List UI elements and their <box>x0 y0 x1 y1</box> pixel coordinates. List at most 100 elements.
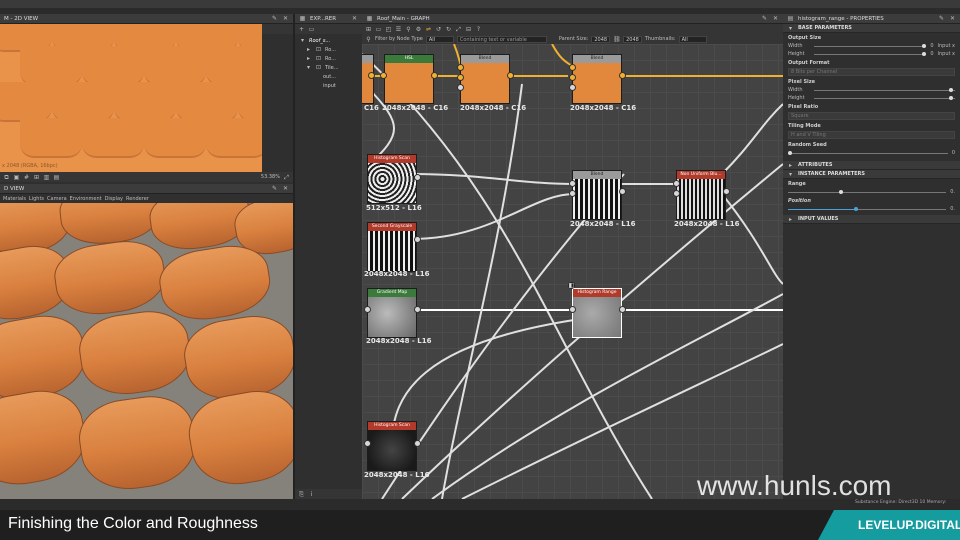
output-width-value[interactable]: 0 <box>930 43 933 49</box>
view-3d-menu-environment[interactable]: Environment <box>70 196 102 202</box>
node-port[interactable] <box>380 72 387 79</box>
tiling-mode-select[interactable]: H and V Tiling <box>788 131 955 139</box>
graph-node-blend[interactable]: Blend <box>572 170 622 220</box>
node-port[interactable] <box>364 440 371 447</box>
pin-icon[interactable]: ✎ <box>938 15 945 22</box>
position-slider[interactable] <box>788 206 947 211</box>
folder-icon[interactable]: ▭ <box>308 26 315 33</box>
position-value[interactable]: 0. <box>950 206 955 212</box>
pixel-width-slider[interactable] <box>814 87 955 92</box>
pin-icon[interactable]: ✎ <box>761 15 768 22</box>
filter-select[interactable]: All <box>425 35 454 43</box>
tree-item[interactable]: ▾ Roof_s... <box>295 36 362 45</box>
zoom-icon[interactable]: ⚲ <box>405 26 412 33</box>
zoom-level[interactable]: 53.38% <box>261 174 280 180</box>
link-icon[interactable]: ⇌ <box>425 26 432 33</box>
comment-icon[interactable]: ▭ <box>375 26 382 33</box>
chevron-down-icon[interactable]: ▾ <box>305 64 312 71</box>
node-port[interactable] <box>569 84 576 91</box>
tree-item[interactable]: out... <box>295 72 362 81</box>
range-value[interactable]: 0. <box>950 189 955 195</box>
view-3d-menu-renderer[interactable]: Renderer <box>126 196 149 202</box>
tree-item[interactable]: ▸ ⊡ Ro... <box>295 45 362 54</box>
section-input-values[interactable]: ▸ INPUT VALUES <box>783 215 960 224</box>
output-height-slider[interactable] <box>814 51 927 56</box>
thumbnails-select[interactable]: All <box>678 35 707 43</box>
graph-node-non-uniform-blur[interactable]: Non Uniform Blu... <box>676 170 726 220</box>
output-format-select[interactable]: 8 Bits per Channel <box>788 68 955 76</box>
settings-icon[interactable]: ⚙ <box>415 26 422 33</box>
graph-node-histogram-scan[interactable]: Histogram Scan <box>367 421 417 471</box>
pin-icon[interactable]: ✎ <box>271 185 278 192</box>
link-ratio-icon[interactable]: ⛓ <box>613 36 621 43</box>
random-seed-value[interactable]: 0 <box>952 150 955 156</box>
levels-icon[interactable]: ▤ <box>53 174 60 181</box>
histogram-icon[interactable]: ▥ <box>43 174 50 181</box>
node-port[interactable] <box>569 64 576 71</box>
tree-item[interactable]: ▾ ⊡ Tile... <box>295 63 362 72</box>
new-icon[interactable]: + <box>298 26 305 33</box>
add-node-icon[interactable]: ⊞ <box>365 26 372 33</box>
node-port[interactable] <box>569 190 576 197</box>
node-port[interactable] <box>619 72 626 79</box>
graph-node-hsl[interactable]: HSL <box>384 54 434 104</box>
graph-node-gradient-map[interactable]: Gradient Map <box>367 288 417 338</box>
close-icon[interactable]: ✕ <box>949 15 956 22</box>
pixel-ratio-select[interactable]: Square <box>788 112 955 120</box>
range-slider[interactable] <box>788 189 947 194</box>
view-3d-menu-display[interactable]: Display <box>105 196 123 202</box>
chevron-right-icon[interactable]: ▸ <box>305 55 312 62</box>
node-port[interactable] <box>364 306 371 313</box>
graph-node-histogram-range[interactable]: Histogram Range <box>572 288 622 338</box>
node-port[interactable] <box>457 74 464 81</box>
node-port[interactable] <box>619 188 626 195</box>
view-2d-canvas[interactable]: x 2048 (RGBA, 16bpc) <box>0 24 262 172</box>
node-port[interactable] <box>673 180 680 187</box>
graph-node-blend[interactable]: Blend <box>572 54 622 104</box>
parent-size-h[interactable]: 2048 <box>623 35 642 43</box>
output-width-mode[interactable]: Input x <box>938 43 956 49</box>
section-attributes[interactable]: ▸ ATTRIBUTES <box>783 161 960 170</box>
info-icon[interactable]: i <box>308 491 315 498</box>
align-icon[interactable]: ☰ <box>395 26 402 33</box>
pin-icon[interactable]: ✎ <box>271 15 278 22</box>
node-port[interactable] <box>673 190 680 197</box>
close-icon[interactable]: ✕ <box>772 15 779 22</box>
link-icon[interactable]: ⎘ <box>298 491 305 498</box>
tile-icon[interactable]: ⊞ <box>33 174 40 181</box>
frame-icon[interactable]: ◰ <box>385 26 392 33</box>
grid-icon[interactable]: # <box>23 174 30 181</box>
layout-icon[interactable]: ⊟ <box>465 26 472 33</box>
node-port[interactable] <box>414 306 421 313</box>
node-port[interactable] <box>457 84 464 91</box>
node-port[interactable] <box>619 306 626 313</box>
graph-node-grayscale[interactable]: Second Grayscale <box>367 222 417 272</box>
copy-icon[interactable]: ⧉ <box>3 174 10 181</box>
section-instance-parameters[interactable]: ▾ INSTANCE PARAMETERS <box>783 170 960 179</box>
tree-item[interactable]: input <box>295 81 362 90</box>
output-height-value[interactable]: 0 <box>930 51 933 57</box>
graph-node-histogram-scan[interactable]: Histogram Scan <box>367 154 417 204</box>
node-port[interactable] <box>414 440 421 447</box>
output-height-mode[interactable]: Input x <box>938 51 956 57</box>
section-base-parameters[interactable]: ▾ BASE PARAMETERS <box>783 24 960 33</box>
node-port[interactable] <box>414 236 421 243</box>
node-port[interactable] <box>457 64 464 71</box>
redo-icon[interactable]: ↻ <box>445 26 452 33</box>
chevron-right-icon[interactable]: ▸ <box>305 46 312 53</box>
parent-size-w[interactable]: 2048 <box>591 35 611 43</box>
fit-icon[interactable]: ⤢ <box>455 26 462 33</box>
node-port[interactable] <box>507 72 514 79</box>
node-port[interactable] <box>368 72 375 79</box>
graph-node-partial[interactable] <box>362 54 374 104</box>
random-seed-slider[interactable] <box>788 150 948 155</box>
chevron-down-icon[interactable]: ▾ <box>299 37 306 44</box>
tree-item[interactable]: ▸ ⊡ Ro... <box>295 54 362 63</box>
view-3d-menu-lights[interactable]: Lights <box>29 196 44 202</box>
view-3d-menu-materials[interactable]: Materials <box>3 196 26 202</box>
node-port[interactable] <box>569 74 576 81</box>
output-width-slider[interactable] <box>814 43 927 48</box>
node-port[interactable] <box>431 72 438 79</box>
graph-node-blend[interactable]: Blend <box>460 54 510 104</box>
help-icon[interactable]: ? <box>475 26 482 33</box>
